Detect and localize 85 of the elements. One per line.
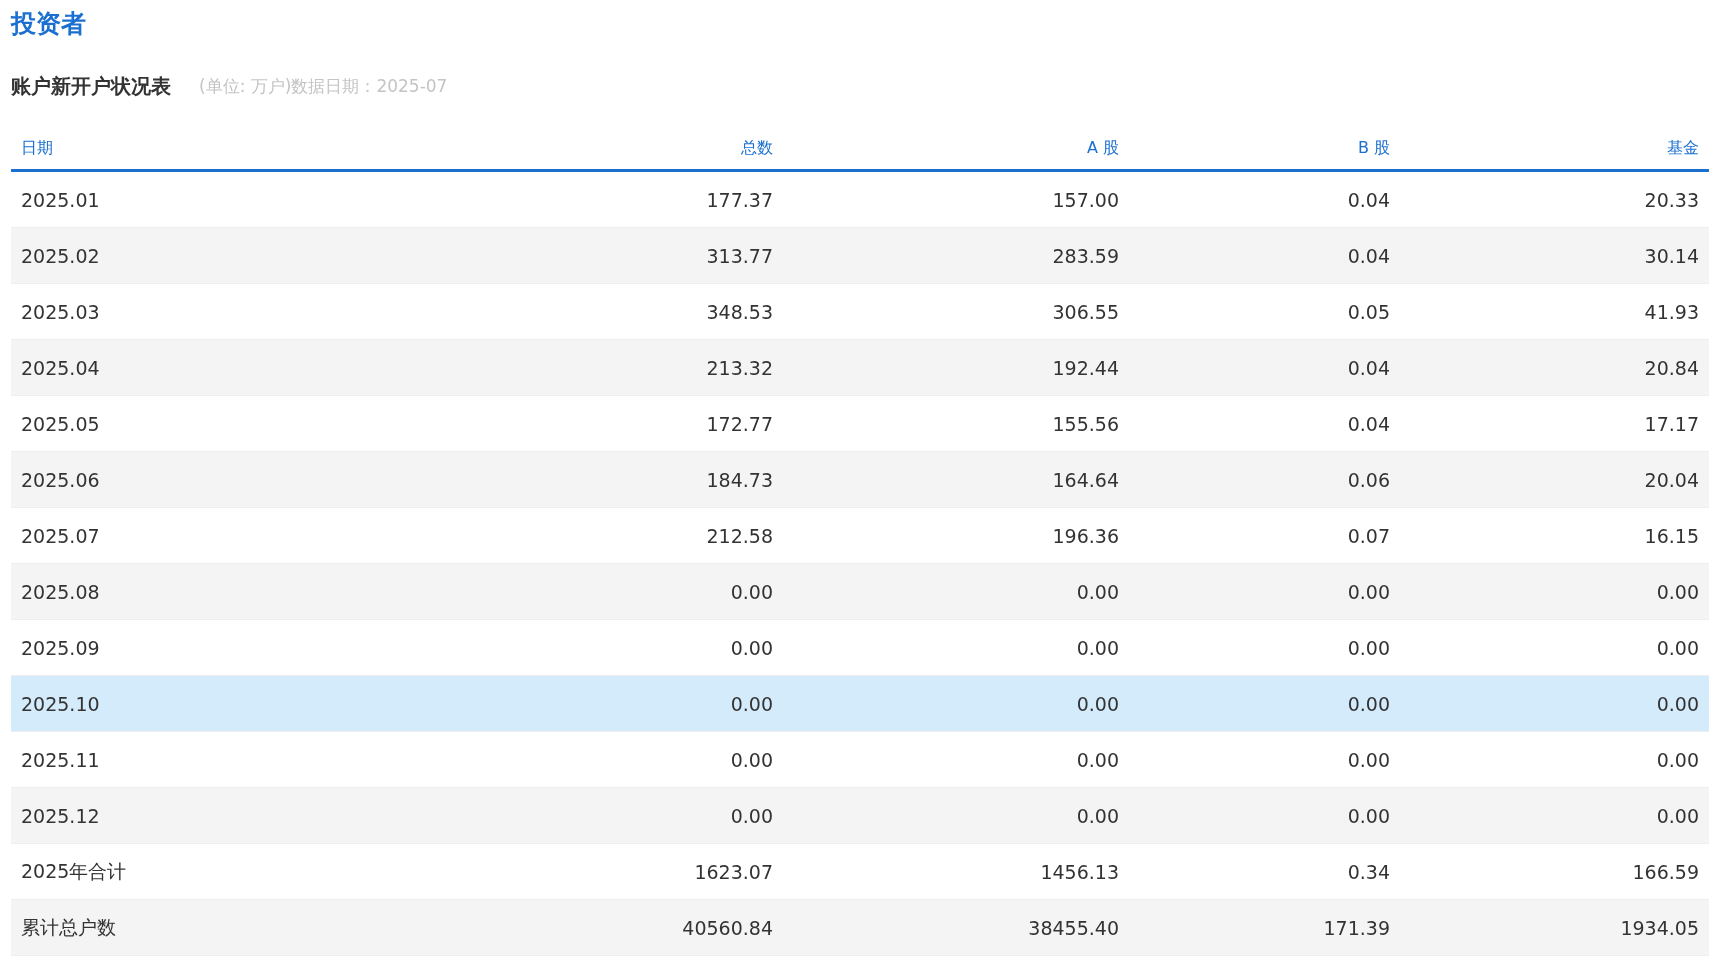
table-cell: 157.00 (1052, 188, 1119, 211)
table-row[interactable]: 2025.02 313.77 283.59 0.04 30.14 (11, 228, 1709, 284)
table-cell: 0.00 (730, 748, 773, 771)
table-cell: 196.36 (1052, 524, 1119, 547)
table-cell: 累计总户数 (21, 915, 116, 938)
table-cell: 40560.84 (682, 916, 773, 939)
table-title: 账户新开户状况表 (11, 72, 171, 100)
table-cell: 172.77 (706, 412, 773, 435)
table-row[interactable]: 2025.04 213.32 192.44 0.04 20.84 (11, 340, 1709, 396)
table-cell: 0.04 (1347, 356, 1390, 379)
table-cell: 177.37 (706, 188, 773, 211)
table-cell: 20.84 (1644, 356, 1699, 379)
table-cell: 348.53 (706, 300, 773, 323)
table-cell: 0.07 (1347, 524, 1390, 547)
table-cell: 20.33 (1644, 188, 1699, 211)
table-cell: 0.00 (1076, 580, 1119, 603)
table-row[interactable]: 2025.10 0.00 0.00 0.00 0.00 (11, 676, 1709, 732)
table-cell: 2025.12 (21, 804, 100, 827)
table-cell: 2025.06 (21, 468, 100, 491)
column-header: 日期 (21, 137, 53, 157)
table-cell: 213.32 (706, 356, 773, 379)
table-cell: 0.00 (730, 636, 773, 659)
table-cell: 1934.05 (1620, 916, 1699, 939)
table-cell: 0.00 (1347, 580, 1390, 603)
table-cell: 171.39 (1323, 916, 1390, 939)
table-cell: 1623.07 (694, 860, 773, 883)
table-note: (单位: 万户)数据日期：2025-07 (199, 74, 448, 98)
table-cell: 184.73 (706, 468, 773, 491)
table-cell: 155.56 (1052, 412, 1119, 435)
page-title: 投资者 (11, 8, 87, 40)
table-row[interactable]: 2025.08 0.00 0.00 0.00 0.00 (11, 564, 1709, 620)
table-cell: 166.59 (1632, 860, 1699, 883)
table-cell: 313.77 (706, 244, 773, 267)
column-header: B 股 (1357, 137, 1390, 157)
table-row[interactable]: 累计总户数 40560.84 38455.40 171.39 1934.05 (11, 900, 1709, 956)
table-cell: 283.59 (1052, 244, 1119, 267)
table-cell: 0.00 (1076, 748, 1119, 771)
table-cell: 0.34 (1347, 860, 1390, 883)
table-cell: 0.04 (1347, 244, 1390, 267)
table-cell: 41.93 (1644, 300, 1699, 323)
table-cell: 17.17 (1644, 412, 1699, 435)
column-header: 基金 (1667, 137, 1699, 157)
table-cell: 0.00 (1656, 748, 1699, 771)
table-cell: 2025.03 (21, 300, 100, 323)
table-cell: 0.00 (730, 580, 773, 603)
table-cell: 0.04 (1347, 188, 1390, 211)
table-cell: 164.64 (1052, 468, 1119, 491)
table-cell: 0.04 (1347, 412, 1390, 435)
table-cell: 30.14 (1644, 244, 1699, 267)
table-cell: 2025.09 (21, 636, 100, 659)
table-cell: 2025.02 (21, 244, 100, 267)
table-cell: 0.06 (1347, 468, 1390, 491)
table-cell: 0.00 (1076, 636, 1119, 659)
table-cell: 16.15 (1644, 524, 1699, 547)
table-cell: 2025.07 (21, 524, 100, 547)
table-cell: 0.00 (730, 804, 773, 827)
table-cell: 2025.08 (21, 580, 100, 603)
table-cell: 0.05 (1347, 300, 1390, 323)
table-cell: 0.00 (1347, 692, 1390, 715)
table-cell: 0.00 (1656, 804, 1699, 827)
column-header: 总数 (741, 137, 773, 157)
table-cell: 0.00 (1076, 804, 1119, 827)
table-cell: 0.00 (1656, 692, 1699, 715)
table-cell: 0.00 (1347, 636, 1390, 659)
table-cell: 2025.10 (21, 692, 100, 715)
table-cell: 2025.11 (21, 748, 100, 771)
table-cell: 2025.01 (21, 188, 100, 211)
table-cell: 0.00 (1656, 636, 1699, 659)
table-row[interactable]: 2025.06 184.73 164.64 0.06 20.04 (11, 452, 1709, 508)
table-cell: 212.58 (706, 524, 773, 547)
table-cell: 2025.04 (21, 356, 100, 379)
table-cell: 0.00 (730, 692, 773, 715)
table-row[interactable]: 2025.12 0.00 0.00 0.00 0.00 (11, 788, 1709, 844)
table-cell: 1456.13 (1040, 860, 1119, 883)
table-cell: 0.00 (1656, 580, 1699, 603)
column-header: A 股 (1086, 137, 1119, 157)
table-cell: 2025.05 (21, 412, 100, 435)
table-cell: 0.00 (1347, 804, 1390, 827)
table-cell: 306.55 (1052, 300, 1119, 323)
table-cell: 2025年合计 (21, 859, 127, 882)
table-cell: 192.44 (1052, 356, 1119, 379)
table-cell: 20.04 (1644, 468, 1699, 491)
table-cell: 0.00 (1347, 748, 1390, 771)
table-cell: 38455.40 (1028, 916, 1119, 939)
table-cell: 0.00 (1076, 692, 1119, 715)
